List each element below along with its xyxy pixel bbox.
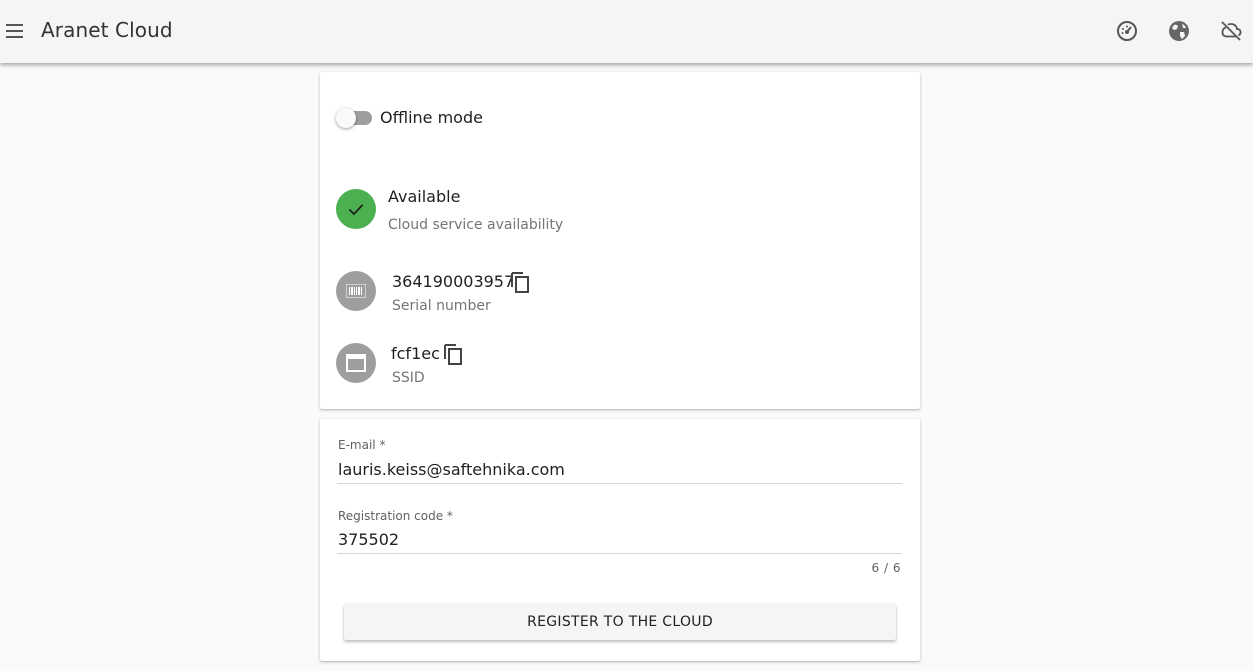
serial-avatar [336, 271, 376, 311]
offline-mode-label: Offline mode [380, 108, 483, 127]
check-icon [348, 204, 364, 216]
email-label: E-mail * [338, 438, 386, 452]
dashboard-gauge-icon[interactable] [1115, 19, 1139, 43]
registration-code-label: Registration code * [338, 509, 453, 523]
availability-status: Available [388, 187, 461, 206]
copy-serial-icon[interactable] [508, 270, 532, 294]
copy-ssid-icon[interactable] [441, 342, 465, 366]
offline-mode-toggle[interactable] [336, 108, 372, 128]
register-to-cloud-button[interactable]: REGISTER TO THE CLOUD [344, 604, 896, 640]
ssid-value: fcf1ec [391, 344, 440, 363]
availability-caption: Cloud service availability [388, 217, 564, 233]
email-underline [337, 483, 902, 484]
toggle-thumb[interactable] [336, 108, 356, 128]
ssid-avatar [336, 343, 376, 383]
registration-card: E-mail * Registration code * 6 / 6 REGIS… [320, 419, 920, 661]
character-counter: 6 / 6 [871, 561, 901, 575]
ssid-caption: SSID [392, 370, 425, 386]
app-title: Aranet Cloud [41, 18, 173, 42]
window-icon [346, 354, 366, 372]
cloud-off-icon[interactable] [1218, 19, 1244, 43]
status-card: Offline mode Available Cloud service ava… [320, 72, 920, 409]
serial-number-value: 364190003957 [392, 272, 515, 291]
availability-avatar [336, 189, 376, 229]
barcode-icon [346, 284, 366, 298]
registration-code-underline [337, 553, 902, 554]
top-app-bar: Aranet Cloud [0, 0, 1253, 63]
globe-icon[interactable] [1167, 19, 1191, 43]
hamburger-menu-icon[interactable] [5, 22, 25, 40]
registration-code-field[interactable] [337, 526, 902, 552]
email-field[interactable] [337, 456, 902, 482]
serial-number-caption: Serial number [392, 298, 491, 314]
